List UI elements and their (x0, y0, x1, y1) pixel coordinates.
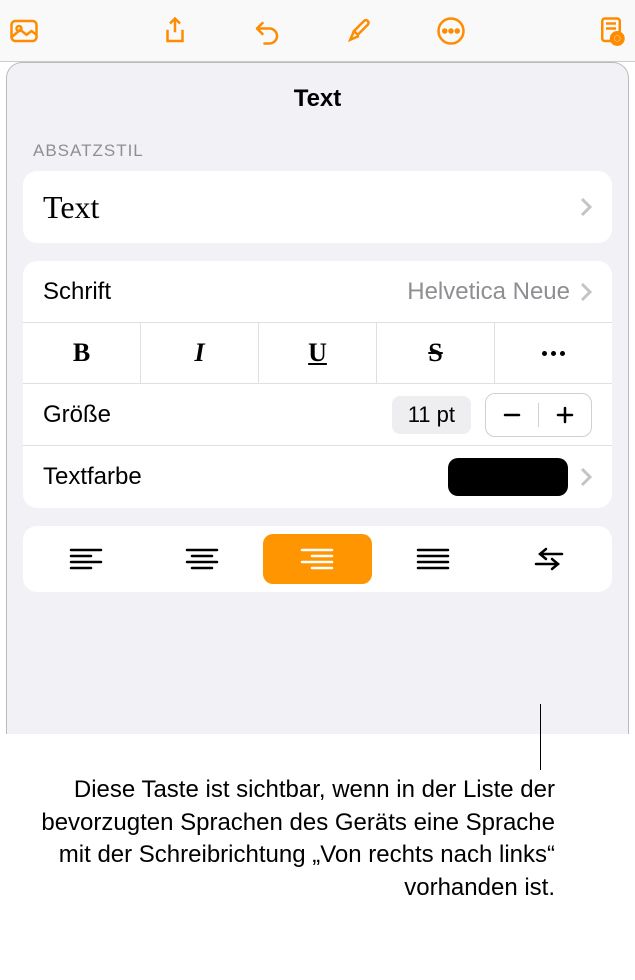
size-value[interactable]: 11 pt (392, 396, 471, 434)
size-label: Größe (43, 401, 111, 429)
panel-title: Text (7, 77, 628, 135)
callout-leader-line (540, 704, 541, 770)
text-color-row[interactable]: Textfarbe (23, 446, 612, 508)
format-brush-button[interactable] (341, 13, 377, 49)
chevron-right-icon (580, 197, 592, 217)
undo-button[interactable] (249, 13, 285, 49)
share-button[interactable] (157, 13, 193, 49)
align-right-button[interactable] (263, 534, 373, 584)
text-direction-button[interactable] (494, 534, 604, 584)
chevron-right-icon (580, 282, 592, 302)
paragraph-style-name: Text (43, 189, 99, 226)
callout: Diese Taste ist sichtbar, wenn in der Li… (0, 754, 635, 905)
font-value: Helvetica Neue (407, 278, 570, 306)
font-row[interactable]: Schrift Helvetica Neue (23, 261, 612, 323)
text-color-label: Textfarbe (43, 463, 142, 491)
paragraph-style-label: ABSATZSTIL (7, 135, 628, 171)
size-decrease-button[interactable] (486, 394, 538, 436)
text-format-row: B I U S (23, 323, 612, 384)
size-row: Größe 11 pt (23, 384, 612, 446)
align-center-button[interactable] (147, 534, 257, 584)
paragraph-style-row[interactable]: Text (23, 171, 612, 243)
chevron-right-icon (580, 467, 592, 487)
text-properties-card: Schrift Helvetica Neue B I U S Größe 11 … (23, 261, 612, 508)
size-stepper (485, 393, 592, 437)
callout-text: Diese Taste ist sichtbar, wenn in der Li… (20, 754, 615, 905)
size-increase-button[interactable] (539, 394, 591, 436)
more-button[interactable] (433, 13, 469, 49)
format-panel: Text ABSATZSTIL Text Schrift Helvetica N… (6, 62, 629, 734)
document-settings-button[interactable] (593, 13, 629, 49)
italic-button[interactable]: I (141, 323, 259, 383)
align-justify-button[interactable] (378, 534, 488, 584)
alignment-bar (23, 526, 612, 592)
ellipsis-icon (542, 351, 565, 356)
top-toolbar (0, 0, 635, 62)
font-label: Schrift (43, 278, 111, 306)
more-format-button[interactable] (495, 323, 612, 383)
align-left-button[interactable] (31, 534, 141, 584)
media-button[interactable] (6, 13, 42, 49)
bold-button[interactable]: B (23, 323, 141, 383)
paragraph-style-card: Text (23, 171, 612, 243)
text-color-swatch[interactable] (448, 458, 568, 496)
strikethrough-button[interactable]: S (377, 323, 495, 383)
underline-button[interactable]: U (259, 323, 377, 383)
